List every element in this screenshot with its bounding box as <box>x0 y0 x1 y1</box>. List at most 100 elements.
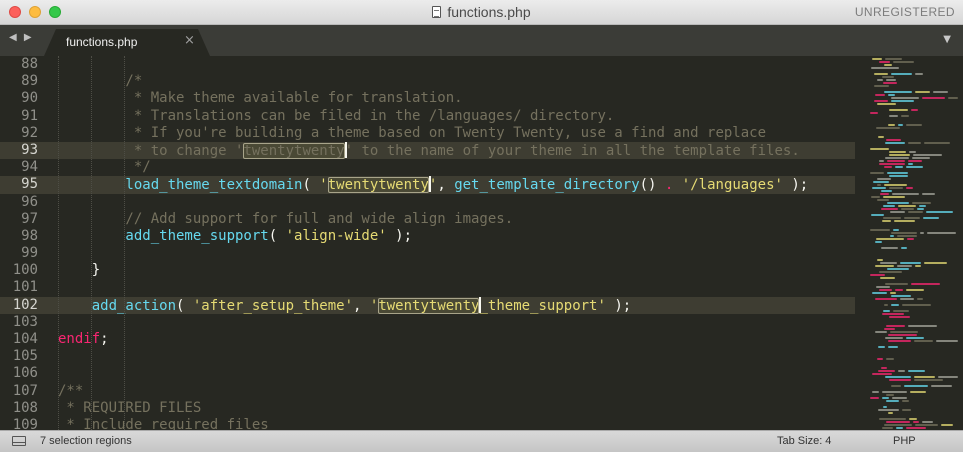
minimap-line <box>896 427 903 429</box>
minimap[interactable] <box>868 56 963 430</box>
minimap-line <box>889 187 903 189</box>
code-line[interactable]: // Add support for full and wide align i… <box>0 211 855 228</box>
code-line[interactable]: endif; <box>0 331 855 348</box>
minimap-line <box>911 283 940 285</box>
minimap-line <box>906 124 922 126</box>
code-area[interactable]: /* * Make theme available for translatio… <box>0 56 855 430</box>
minimap-line <box>871 196 880 198</box>
editor-window: functions.php UNREGISTERED ◀ ▶ functions… <box>0 0 963 452</box>
minimap-line <box>877 178 891 180</box>
minimap-line <box>890 331 918 333</box>
minimap-line <box>908 160 922 162</box>
code-line[interactable]: * If you're building a theme based on Tw… <box>0 125 855 142</box>
minimap-line <box>887 268 909 270</box>
minimap-line <box>880 193 889 195</box>
line-number: 93 <box>0 141 50 160</box>
code-line[interactable]: add_action( 'after_setup_theme', 'twenty… <box>0 296 855 314</box>
minimap-line <box>881 247 898 249</box>
code-line[interactable] <box>0 279 855 296</box>
minimap-line <box>870 397 879 399</box>
panel-toggle-icon[interactable] <box>12 436 26 446</box>
syntax-button[interactable]: PHP <box>893 435 916 447</box>
tab-menu-chevron-icon[interactable]: ▼ <box>943 34 951 45</box>
minimap-line <box>883 310 890 312</box>
code-line[interactable]: /** <box>0 383 855 400</box>
code-line[interactable] <box>0 56 855 73</box>
minimap-line <box>882 391 907 393</box>
minimap-line <box>915 91 930 93</box>
code-line[interactable] <box>0 245 855 262</box>
minimap-line <box>886 325 905 327</box>
minimap-line <box>889 154 910 156</box>
code-line[interactable]: load_theme_textdomain( 'twentytwenty', g… <box>0 176 855 194</box>
code-token: * to change ' <box>58 142 244 159</box>
minimap-line <box>885 58 902 60</box>
code-line[interactable] <box>0 314 855 331</box>
code-editor[interactable]: /* * Make theme available for translatio… <box>0 56 963 430</box>
minimap-line <box>877 103 896 105</box>
minimap-line <box>901 208 914 210</box>
minimap-line <box>885 337 903 339</box>
minimap-line <box>907 238 914 240</box>
code-line[interactable]: /* <box>0 73 855 90</box>
minimap-line <box>872 391 879 393</box>
code-token: * Translations can be filed in the /lang… <box>58 107 615 124</box>
minimap-line <box>881 208 898 210</box>
minimap-line <box>884 328 895 330</box>
code-line[interactable]: add_theme_support( 'align-wide' ); <box>0 228 855 245</box>
minimap-line <box>890 235 894 237</box>
code-token: , <box>353 297 370 314</box>
minimap-line <box>888 334 917 336</box>
minimap-line <box>895 166 903 168</box>
code-line[interactable] <box>0 365 855 382</box>
code-token: } <box>58 262 101 279</box>
tab-nav-arrows-icon[interactable]: ◀ ▶ <box>9 32 34 43</box>
line-number-gutter: 88 89 90 91 92 93 94 95 96 97 98 99 100 101 102 103 104 1… <box>0 56 50 430</box>
code-line[interactable]: } <box>0 262 855 279</box>
code-line[interactable]: * Translations can be filed in the /lang… <box>0 108 855 125</box>
code-line[interactable] <box>0 348 855 365</box>
line-number: 107 <box>12 382 38 399</box>
minimap-line <box>884 166 892 168</box>
minimap-line <box>912 202 931 204</box>
license-label: UNREGISTERED <box>854 5 955 19</box>
code-token: load_theme_textdomain <box>58 177 303 194</box>
line-number: 99 <box>21 245 38 262</box>
minimap-line <box>920 232 924 234</box>
code-token: /* <box>58 73 143 90</box>
minimap-line <box>877 259 883 261</box>
code-line[interactable]: * Include required files <box>0 417 855 430</box>
minimap-line <box>889 115 898 117</box>
minimap-line <box>883 196 905 198</box>
minimap-line <box>914 340 933 342</box>
tab-size-button[interactable]: Tab Size: 4 <box>777 435 831 447</box>
line-number: 98 <box>21 227 38 244</box>
code-token: * If you're building a theme based on Tw… <box>58 124 767 141</box>
code-token: ( <box>302 177 320 194</box>
minimap-line <box>892 397 907 399</box>
minimap-line <box>938 376 958 378</box>
code-line[interactable]: * Make theme available for translation. <box>0 90 855 107</box>
code-line[interactable] <box>0 194 855 211</box>
minimap-line <box>879 163 905 165</box>
code-line[interactable]: */ <box>0 159 855 176</box>
minimap-line <box>885 142 905 144</box>
minimap-line <box>922 97 945 99</box>
minimap-line <box>889 379 911 381</box>
minimap-line <box>886 358 894 360</box>
tab-close-icon[interactable]: × <box>184 33 195 48</box>
minimap-line <box>870 148 889 150</box>
minimap-line <box>876 238 904 240</box>
code-line[interactable]: * to change 'twentytwenty' to the name o… <box>0 141 855 160</box>
minimap-line <box>941 424 953 426</box>
tab-functions-php[interactable]: functions.php × <box>44 29 210 56</box>
minimap-line <box>885 376 911 378</box>
line-number: 90 <box>21 90 38 107</box>
minimap-line <box>886 139 901 141</box>
selection-status: 7 selection regions <box>40 435 132 447</box>
code-line[interactable]: * REQUIRED FILES <box>0 400 855 417</box>
minimap-line <box>891 304 899 306</box>
minimap-line <box>876 127 900 129</box>
code-token: * Make theme available for translation. <box>58 90 463 107</box>
code-token: get_template_directory <box>454 177 640 194</box>
